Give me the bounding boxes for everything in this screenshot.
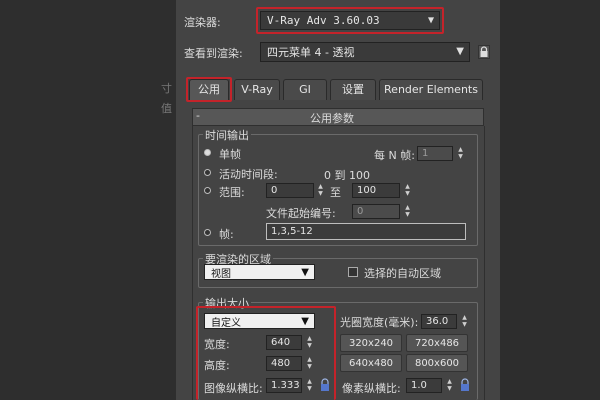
right-background [500,0,600,400]
range-to-input[interactable]: 100 [352,183,400,198]
file-start-label: 文件起始编号: [266,207,336,220]
lock-aspect-icon[interactable] [319,378,331,392]
height-spinner[interactable]: ▲ ▼ [305,356,314,371]
rollout-border [484,126,485,400]
renderer-label: 渲染器: [184,16,221,29]
preset-800x600-button[interactable]: 800x600 [406,354,468,372]
preset-320x240-button[interactable]: 320x240 [340,334,402,352]
left-background [0,0,176,400]
lock-icon[interactable] [478,45,490,59]
width-input[interactable]: 640 [266,335,302,350]
chevron-down-icon: ▼ [456,46,464,57]
chevron-down-icon: ▼ [427,15,434,26]
side-mark: 值 [161,102,172,115]
frames-input[interactable]: 1,3,5-12 [266,223,466,240]
range-from-input[interactable]: 0 [266,183,314,198]
range-radio[interactable] [204,187,211,194]
renderer-dropdown[interactable]: V-Ray Adv 3.60.03 ▼ [260,11,440,30]
frames-label: 帧: [219,228,234,241]
width-label: 宽度: [204,338,230,351]
active-segment-radio[interactable] [204,169,211,176]
aperture-spinner[interactable]: ▲ ▼ [460,314,469,329]
preset-640x480-button[interactable]: 640x480 [340,354,402,372]
height-input[interactable]: 480 [266,356,302,371]
single-frame-label: 单帧 [219,148,241,161]
side-mark: 寸 [161,82,172,95]
tab-vray[interactable]: V-Ray [234,79,280,100]
single-frame-radio[interactable] [204,149,211,156]
output-preset-value: 自定义 [211,317,241,329]
every-n-input[interactable]: 1 [417,146,453,161]
tab-render-elements[interactable]: Render Elements [379,79,483,100]
every-n-label: 每 N 帧: [374,149,415,162]
frames-radio[interactable] [204,229,211,236]
aperture-input[interactable]: 36.0 [421,314,457,329]
range-label: 范围: [219,186,245,199]
file-start-input[interactable]: 0 [352,204,400,219]
active-segment-range: 0 到 100 [324,169,370,182]
height-label: 高度: [204,359,230,372]
rollout-collapse-button[interactable]: - [196,109,200,122]
preset-720x486-button[interactable]: 720x486 [406,334,468,352]
chevron-down-icon: ▼ [301,267,309,278]
time-output-title: 时间输出 [203,127,251,143]
view-to-render-dropdown[interactable]: 四元菜单 4 - 透视 ▼ [260,42,470,62]
auto-region-checkbox[interactable] [348,267,358,277]
active-segment-label: 活动时间段: [219,168,278,181]
lock-pixel-aspect-icon[interactable] [459,378,471,392]
area-value: 视图 [211,268,231,280]
tab-gi[interactable]: GI [283,79,327,100]
output-preset-dropdown[interactable]: 自定义 ▼ [204,313,315,329]
pixel-aspect-spinner[interactable]: ▲ ▼ [445,378,454,393]
area-dropdown[interactable]: 视图 ▼ [204,264,315,280]
image-aspect-spinner[interactable]: ▲ ▼ [305,378,314,393]
auto-region-label: 选择的自动区域 [364,267,441,280]
range-to-label: 至 [330,186,341,199]
view-to-render-value: 四元菜单 4 - 透视 [267,46,355,59]
image-aspect-label: 图像纵横比: [204,382,263,395]
pixel-aspect-label: 像素纵横比: [342,382,401,395]
file-start-spinner[interactable]: ▲ ▼ [403,204,412,219]
renderer-value: V-Ray Adv 3.60.03 [267,14,380,27]
chevron-down-icon: ▼ [301,316,309,327]
range-to-spinner[interactable]: ▲ ▼ [403,183,412,198]
tab-common[interactable]: 公用 [189,79,229,100]
image-aspect-input[interactable]: 1.333 [266,378,302,393]
tab-settings[interactable]: 设置 [330,79,376,100]
range-from-spinner[interactable]: ▲ ▼ [316,183,325,198]
width-spinner[interactable]: ▲ ▼ [305,335,314,350]
pixel-aspect-input[interactable]: 1.0 [406,378,442,393]
rollout-border [192,126,193,400]
rollout-title: 公用参数 [310,112,354,125]
view-to-render-label: 查看到渲染: [184,47,243,60]
every-n-spinner[interactable]: ▲ ▼ [456,146,465,161]
aperture-label: 光圈宽度(毫米): [340,316,419,329]
